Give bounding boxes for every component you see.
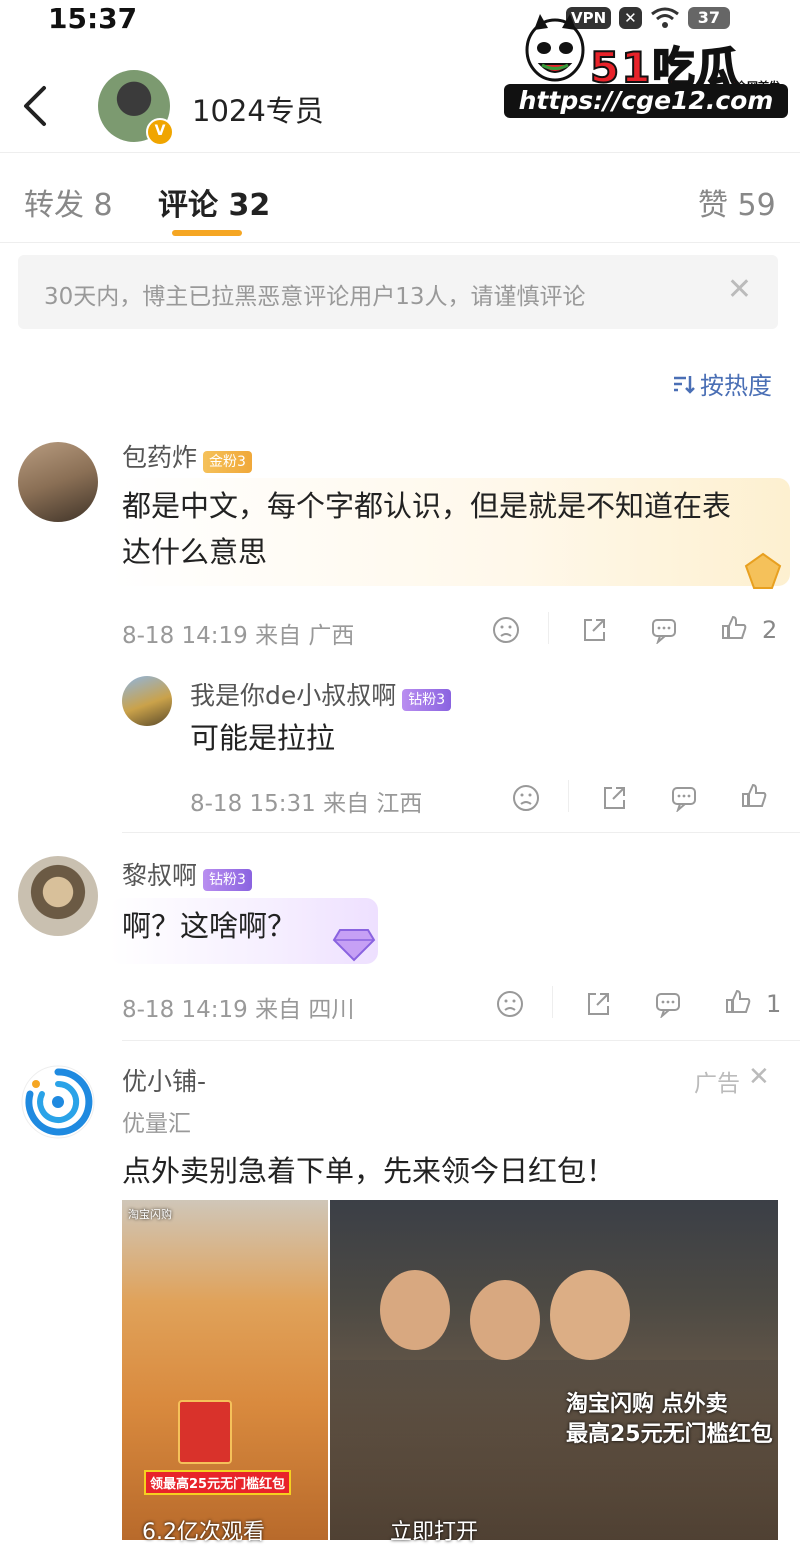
red-envelope-icon [178,1400,232,1464]
notice-close-button[interactable]: ✕ [727,275,752,305]
tab-likes[interactable]: 赞 59 [698,180,776,224]
dislike-face-icon[interactable] [496,990,524,1018]
comment-avatar[interactable] [18,442,98,522]
share-icon[interactable] [580,616,608,644]
share-icon[interactable] [584,990,612,1018]
tab-reposts[interactable]: 转发 8 [24,180,113,224]
dislike-face-icon[interactable] [512,784,540,812]
comment-avatar[interactable] [18,856,98,936]
watermark: 51吃瓜 全网首发 https://cge12.com [500,4,792,120]
sort-icon [674,375,695,394]
fan-badge: 钻粉3 [402,688,452,711]
comment-text: 啊？这啥啊？ [122,909,297,943]
tabs-divider [0,242,800,243]
gold-gem-icon [744,552,782,589]
ad-image-students[interactable]: 淘宝闪购 点外卖 最高25元无门槛红包 立即打开 [330,1200,778,1545]
fan-badge: 金粉3 [203,450,252,473]
like-icon[interactable] [720,614,748,642]
ad-person [470,1280,540,1360]
comment-icon[interactable] [670,784,698,812]
page-title[interactable]: 1024专员 [192,88,324,130]
ad-image-line2: 最高25元无门槛红包 [566,1422,773,1447]
like-count: 2 [762,616,778,644]
ad-person [380,1270,450,1350]
like-count: 1 [766,990,782,1018]
reply-author-name: 我是你de小叔叔啊 [190,681,397,710]
reply-text: 可能是拉拉 [190,721,336,755]
comment-text-line1: 都是中文，每个字都认识，但是就是不知道在表 [122,489,732,523]
comment-author[interactable]: 包药炸 金粉3 [122,438,252,474]
ad-image-food[interactable]: 淘宝闪购 领最高25元无门槛红包 6.2亿次观看 [122,1200,328,1545]
watermark-url: https://cge12.com [504,84,788,118]
sort-label: 按热度 [700,372,772,400]
reply-avatar[interactable] [122,676,172,726]
ad-view-count: 6.2亿次观看 [142,1520,265,1545]
like-icon[interactable] [724,988,752,1016]
tab-comments[interactable]: 评论 32 [158,180,270,224]
tab-indicator [172,230,242,236]
chevron-left-icon [24,86,46,126]
header-divider [0,152,800,153]
mascot-icon [525,14,585,82]
ad-image-caption: 领最高25元无门槛红包 [144,1470,292,1495]
reply-meta: 8-18 15:31 来自 江西 [190,791,423,817]
action-divider [568,780,569,812]
status-time: 15:37 [48,2,138,35]
comment-meta: 8-18 14:19 来自 广西 [122,623,355,649]
dislike-face-icon[interactable] [492,616,520,644]
comment-author-name: 黎叔啊 [122,861,198,890]
back-button[interactable] [18,84,58,128]
ad-person [550,1270,630,1360]
fan-badge: 钻粉3 [203,868,252,891]
verified-badge-icon: V [146,118,174,146]
comment-icon[interactable] [654,990,682,1018]
reply-author[interactable]: 我是你de小叔叔啊 钻粉3 [190,676,452,712]
ad-image-line1: 淘宝闪购 点外卖 [566,1392,728,1417]
ad-open-button[interactable]: 立即打开 [390,1514,478,1546]
comment-divider [122,832,800,833]
comment-meta: 8-18 14:19 来自 四川 [122,997,355,1023]
action-divider [552,986,553,1018]
comment-author-name: 包药炸 [122,443,198,472]
ad-close-button[interactable]: ✕ [748,1062,770,1092]
ad-logo-icon[interactable] [20,1064,96,1140]
notice-banner: 30天内，博主已拉黑恶意评论用户13人，请谨慎评论 ✕ [18,255,778,329]
purple-gem-icon [332,929,376,962]
ad-label: 广告 [694,1071,740,1097]
comment-author[interactable]: 黎叔啊 钻粉3 [122,856,252,892]
ad-text: 点外卖别急着下单，先来领今日红包！ [122,1154,616,1188]
share-icon[interactable] [600,784,628,812]
like-icon[interactable] [740,782,768,810]
comment-icon[interactable] [650,616,678,644]
comment-divider [122,1040,800,1041]
ad-author-name[interactable]: 优小铺- [122,1062,206,1098]
comment-text-line2: 达什么意思 [122,535,268,569]
action-divider [548,612,549,644]
ad-image-brand: 淘宝闪购 [128,1208,172,1221]
ad-source: 优量汇 [122,1111,191,1137]
sort-button[interactable]: 按热度 [672,366,772,401]
notice-text: 30天内，博主已拉黑恶意评论用户13人，请谨慎评论 [44,284,586,310]
